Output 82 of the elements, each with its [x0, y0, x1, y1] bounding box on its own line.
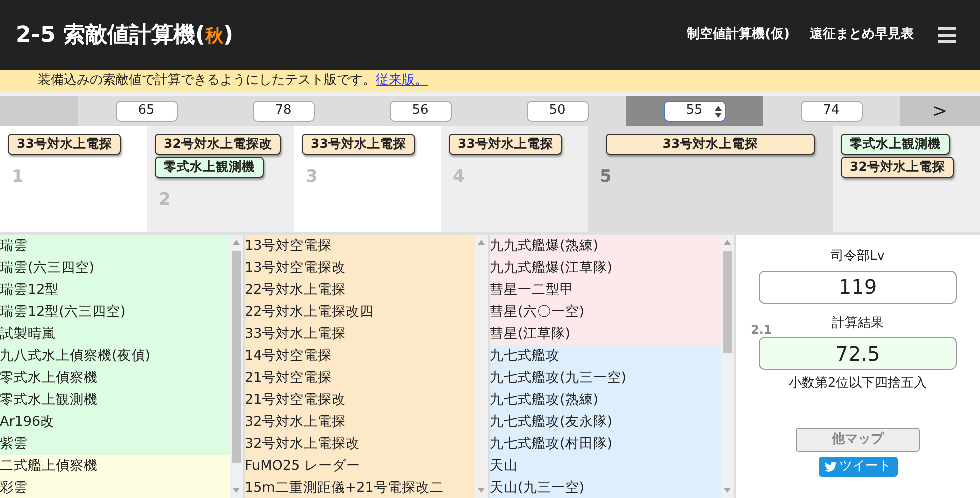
- ship-slot[interactable]: 零式水上観測機 32号対水上電探: [833, 126, 980, 232]
- list-item[interactable]: 九七式艦攻(村田隊): [490, 433, 721, 455]
- list-item[interactable]: 九七式艦攻(九三一空): [490, 367, 721, 389]
- list-item[interactable]: 32号対水上電探: [245, 411, 475, 433]
- list-item[interactable]: 試製晴嵐: [0, 323, 230, 345]
- speed-field[interactable]: 56: [390, 100, 452, 122]
- speed-field[interactable]: 78: [252, 100, 314, 122]
- list-item[interactable]: 紫雲: [0, 433, 230, 455]
- equipment-chip[interactable]: 32号対水上電探改: [155, 134, 282, 155]
- hq-level-label: 司令部Lv: [831, 248, 885, 266]
- slot-number: 5: [600, 169, 612, 186]
- nav-link[interactable]: 遠征まとめ早見表: [800, 25, 924, 45]
- equipment-chip[interactable]: 零式水上観測機: [841, 134, 950, 155]
- list-item[interactable]: 瑞雲12型: [0, 279, 230, 301]
- list-item[interactable]: 22号対水上電探改四: [245, 301, 475, 323]
- equipment-chip[interactable]: 零式水上観測機: [155, 157, 264, 178]
- speed-field[interactable]: 50: [526, 100, 588, 122]
- list-item[interactable]: Ar196改: [0, 411, 230, 433]
- list-item[interactable]: 九七式艦攻(熟練): [490, 389, 721, 411]
- version-label: 2.1: [751, 322, 772, 338]
- list-item[interactable]: 九九式艦爆(熟練): [490, 235, 721, 257]
- list-item[interactable]: 彗星(六〇一空): [490, 301, 721, 323]
- list-item[interactable]: 九七式艦攻(友永隊): [490, 411, 721, 433]
- next-button[interactable]: >: [900, 96, 980, 126]
- list-item[interactable]: 15m二重測距儀+21号電探改二: [245, 477, 475, 498]
- list-item[interactable]: 天山: [490, 455, 721, 477]
- list-item[interactable]: 瑞雲12型(六三四空): [0, 301, 230, 323]
- scroll-up-icon[interactable]: [233, 240, 240, 245]
- equipment-chip[interactable]: 33号対水上電探: [8, 134, 122, 155]
- list-item[interactable]: 九九式艦爆(江草隊): [490, 257, 721, 279]
- page-title: 2-5 索敵値計算機(秋): [16, 22, 234, 50]
- list-item[interactable]: 22号対水上電探: [245, 279, 475, 301]
- equipment-chip[interactable]: 33号対水上電探: [606, 134, 815, 155]
- list-item[interactable]: 瑞雲(六三四空): [0, 257, 230, 279]
- list-item[interactable]: FuMO25 レーダー: [245, 455, 475, 477]
- list-item[interactable]: 天山(九三一空): [490, 477, 721, 498]
- list-item[interactable]: 彩雲: [0, 477, 230, 498]
- hq-level-field[interactable]: 119: [759, 270, 957, 304]
- equipment-chip[interactable]: 33号対水上電探: [449, 134, 562, 155]
- notice-text: 装備込みの索敵値で計算できるようにしたテスト版です。: [38, 72, 376, 90]
- speed-field[interactable]: 55: [664, 100, 726, 122]
- scroll-up-icon[interactable]: [478, 240, 485, 245]
- list-item[interactable]: 21号対空電探: [245, 367, 475, 389]
- scrollbar-track[interactable]: [230, 235, 243, 498]
- ship-slot[interactable]: 33号対水上電探 5: [588, 126, 833, 232]
- list-item[interactable]: 二式艦上偵察機: [0, 455, 230, 477]
- slot-number: 1: [12, 169, 24, 186]
- list-item[interactable]: 21号対空電探改: [245, 389, 475, 411]
- list-item[interactable]: 32号対水上電探改: [245, 433, 475, 455]
- list-item[interactable]: 瑞雲: [0, 235, 230, 257]
- scroll-down-icon[interactable]: [478, 488, 485, 493]
- list-item[interactable]: 九八式水上偵察機(夜偵): [0, 345, 230, 367]
- list-item[interactable]: 13号対空電探改: [245, 257, 475, 279]
- legacy-link[interactable]: 従来版。: [376, 71, 428, 91]
- list-item[interactable]: 零式水上観測機: [0, 389, 230, 411]
- speed-field[interactable]: 65: [116, 100, 178, 122]
- equipment-chip[interactable]: 32号対水上電探: [841, 157, 954, 178]
- list-item[interactable]: 彗星一二型甲: [490, 279, 721, 301]
- scroll-thumb[interactable]: [232, 251, 241, 463]
- result-label: 計算結果: [832, 314, 884, 332]
- rounding-note: 小数第2位以下四捨五入: [788, 375, 928, 393]
- bird-icon: [824, 460, 836, 472]
- menu-icon[interactable]: [938, 27, 956, 43]
- list-item[interactable]: 彗星(江草隊): [490, 323, 721, 345]
- scroll-down-icon[interactable]: [233, 488, 240, 493]
- list-item[interactable]: 九七式艦攻: [490, 345, 721, 367]
- list-item[interactable]: 33号対水上電探: [245, 323, 475, 345]
- spinner-icon[interactable]: [714, 106, 722, 118]
- list-item[interactable]: 14号対空電探: [245, 345, 475, 367]
- equipment-chip[interactable]: 33号対水上電探: [302, 134, 416, 155]
- result-value: 72.5: [759, 337, 957, 370]
- list-item[interactable]: 13号対空電探: [245, 235, 475, 257]
- fleet-tab[interactable]: 55: [626, 96, 763, 126]
- list-item[interactable]: 零式水上偵察機: [0, 367, 230, 389]
- scroll-thumb[interactable]: [723, 251, 732, 353]
- scroll-down-icon[interactable]: [724, 488, 731, 493]
- nav-link[interactable]: 制空値計算機(仮): [677, 25, 800, 45]
- scrollbar-track[interactable]: [475, 235, 488, 498]
- slot-number: 3: [306, 169, 318, 186]
- scroll-up-icon[interactable]: [724, 240, 731, 245]
- scrollbar-track[interactable]: [721, 235, 734, 498]
- speed-field[interactable]: 74: [800, 100, 862, 122]
